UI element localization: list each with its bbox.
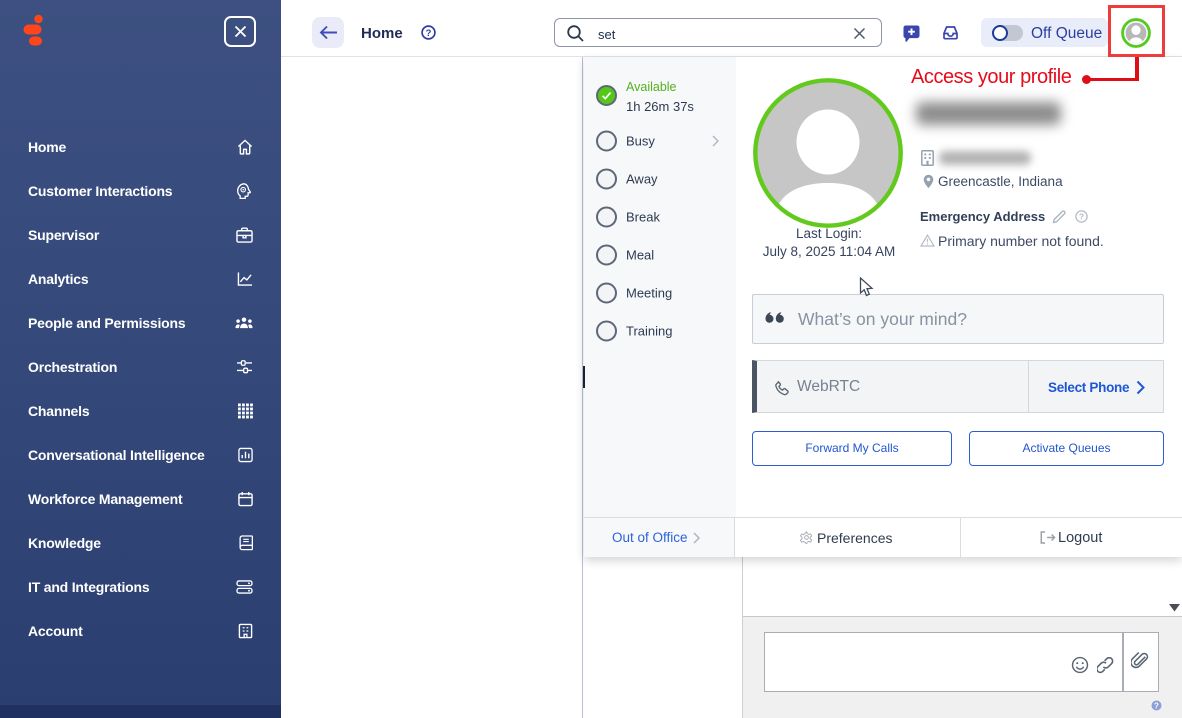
svg-text:?: ?	[426, 28, 432, 39]
svg-text:?: ?	[1079, 212, 1084, 222]
svg-text:?: ?	[1154, 701, 1159, 710]
